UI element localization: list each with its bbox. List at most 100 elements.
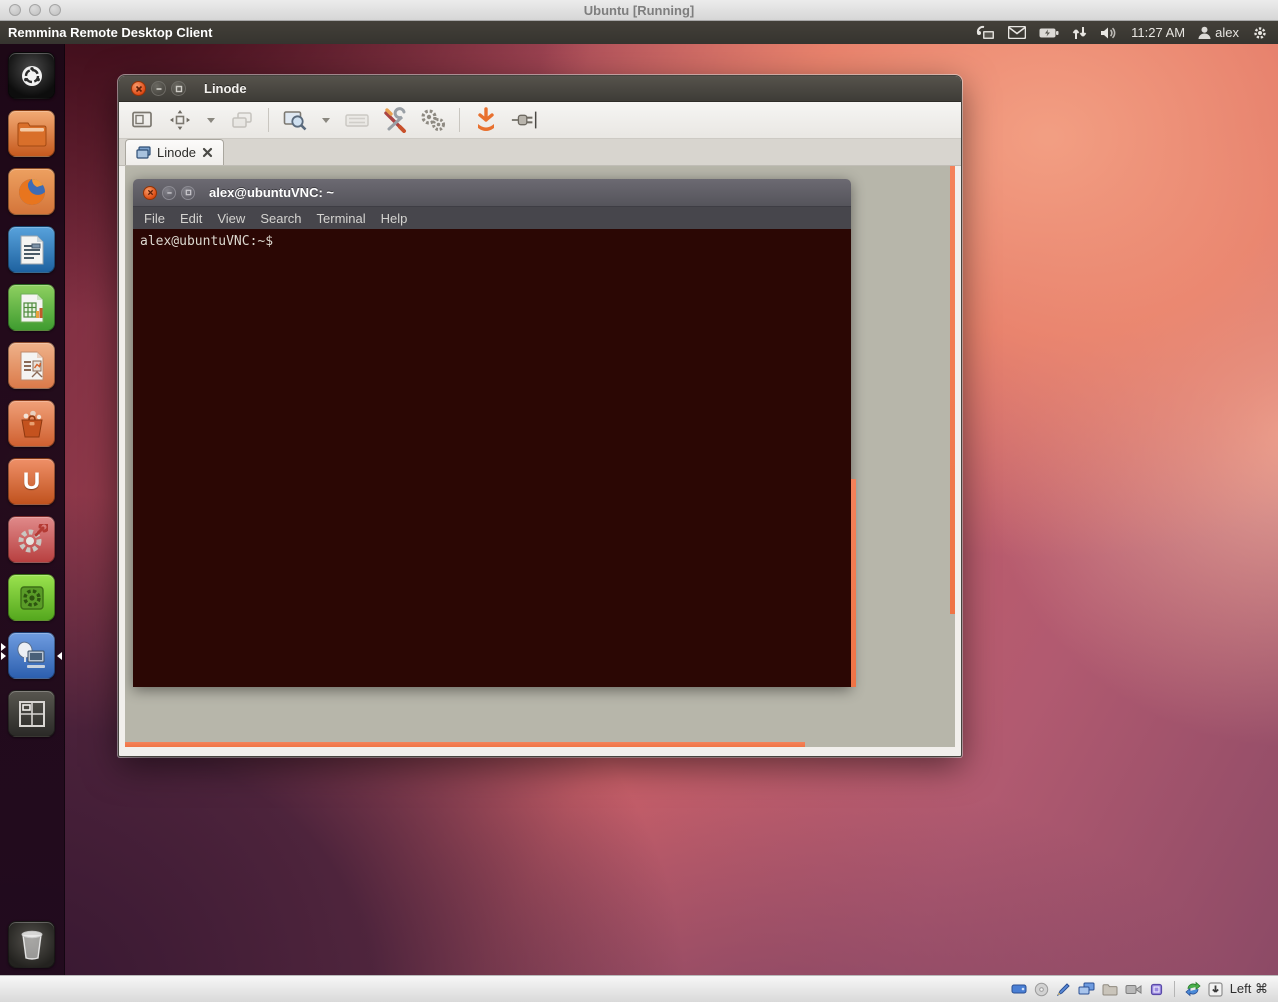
launcher-item-trash[interactable] bbox=[8, 921, 55, 968]
folder-icon bbox=[16, 120, 48, 148]
launcher-item-libreoffice-calc[interactable] bbox=[8, 284, 55, 331]
remmina-toolbar bbox=[119, 102, 961, 139]
connection-tab-icon bbox=[136, 146, 151, 159]
menu-file[interactable]: File bbox=[144, 211, 165, 226]
zoom-icon[interactable] bbox=[281, 106, 309, 134]
trash-icon bbox=[18, 929, 46, 961]
launcher-item-ubuntu-one[interactable]: U bbox=[8, 458, 55, 505]
user-menu[interactable]: alex bbox=[1198, 25, 1239, 40]
terminal-titlebar[interactable]: alex@ubuntuVNC: ~ bbox=[133, 179, 851, 207]
active-app-title: Remmina Remote Desktop Client bbox=[8, 25, 212, 40]
disconnect-icon[interactable] bbox=[510, 106, 538, 134]
hard-disk-icon[interactable] bbox=[1011, 982, 1027, 996]
host-zoom-button[interactable] bbox=[49, 4, 61, 16]
duplicate-connection-icon[interactable] bbox=[228, 106, 256, 134]
launcher-item-remmina[interactable] bbox=[8, 632, 55, 679]
ubuntu-logo-icon bbox=[17, 61, 47, 91]
battery-icon[interactable] bbox=[1039, 27, 1059, 39]
mail-icon[interactable] bbox=[1008, 26, 1026, 39]
remmina-tab-strip: Linode bbox=[119, 139, 961, 166]
remmina-window: Linode bbox=[118, 75, 962, 757]
impress-presentation-icon bbox=[19, 350, 45, 382]
zoom-dropdown-icon[interactable] bbox=[319, 106, 333, 134]
clock-indicator[interactable]: 11:27 AM bbox=[1131, 25, 1185, 40]
ubuntu-one-glyph: U bbox=[23, 468, 40, 496]
shell-prompt: alex@ubuntuVNC:~$ bbox=[140, 234, 273, 249]
launcher-item-additional-drivers[interactable] bbox=[8, 574, 55, 621]
minimize-to-tray-icon[interactable] bbox=[472, 106, 500, 134]
remmina-satellite-monitor-icon bbox=[15, 640, 49, 672]
running-indicator-arrow bbox=[1, 652, 6, 660]
remmina-titlebar[interactable]: Linode bbox=[119, 76, 961, 102]
terminal-screen[interactable]: alex@ubuntuVNC:~$ bbox=[133, 229, 851, 687]
terminal-maximize-button[interactable] bbox=[181, 186, 195, 200]
calc-spreadsheet-icon bbox=[19, 292, 45, 324]
launcher-item-files[interactable] bbox=[8, 110, 55, 157]
unity-launcher: U bbox=[0, 44, 65, 975]
toolbar-separator bbox=[268, 108, 269, 132]
host-key-label: Left ⌘ bbox=[1230, 981, 1268, 997]
minimize-button[interactable] bbox=[151, 81, 166, 96]
launcher-item-firefox[interactable] bbox=[8, 168, 55, 215]
preferences-icon[interactable] bbox=[419, 106, 447, 134]
fit-window-icon[interactable] bbox=[166, 106, 194, 134]
network-windows-icon[interactable] bbox=[1078, 982, 1095, 996]
network-traffic-icon[interactable] bbox=[1072, 26, 1087, 40]
host-minimize-button[interactable] bbox=[29, 4, 41, 16]
menu-view[interactable]: View bbox=[217, 211, 245, 226]
refresh-artifact-strip bbox=[950, 166, 955, 614]
tab-close-icon[interactable] bbox=[202, 147, 213, 158]
mouse-integration-icon[interactable] bbox=[1185, 981, 1201, 997]
launcher-item-system-settings[interactable] bbox=[8, 516, 55, 563]
launcher-item-workspace-switcher[interactable] bbox=[8, 690, 55, 737]
running-indicator-arrow2 bbox=[1, 643, 6, 651]
fullscreen-icon[interactable] bbox=[128, 106, 156, 134]
ubuntu-top-panel: Remmina Remote Desktop Client 11:27 AM a… bbox=[0, 21, 1278, 44]
video-capture-icon[interactable] bbox=[1125, 983, 1142, 996]
refresh-artifact-strip bbox=[125, 742, 805, 747]
user-name: alex bbox=[1215, 25, 1239, 40]
shared-folder-icon[interactable] bbox=[1102, 983, 1118, 996]
remmina-window-title: Linode bbox=[204, 81, 247, 96]
remmina-indicator-icon[interactable] bbox=[975, 25, 995, 41]
shopping-bag-icon bbox=[16, 408, 48, 440]
vnc-viewport[interactable]: alex@ubuntuVNC: ~ File Edit View Search … bbox=[125, 166, 955, 747]
virtualbox-vm-screen: Ubuntu [Running] Remmina Remote Desktop … bbox=[0, 0, 1278, 1002]
launcher-item-libreoffice-impress[interactable] bbox=[8, 342, 55, 389]
tools-icon[interactable] bbox=[381, 106, 409, 134]
menu-search[interactable]: Search bbox=[260, 211, 301, 226]
host-window-title: Ubuntu [Running] bbox=[0, 3, 1278, 18]
remote-terminal-window: alex@ubuntuVNC: ~ File Edit View Search … bbox=[133, 179, 851, 687]
menu-terminal[interactable]: Terminal bbox=[317, 211, 366, 226]
fit-window-dropdown-icon[interactable] bbox=[204, 106, 218, 134]
menu-help[interactable]: Help bbox=[381, 211, 408, 226]
focused-indicator-arrow bbox=[57, 652, 62, 660]
usb-chip-icon[interactable] bbox=[1149, 982, 1164, 997]
maximize-button[interactable] bbox=[171, 81, 186, 96]
virtualbox-status-bar: Left ⌘ bbox=[0, 975, 1278, 1002]
volume-icon[interactable] bbox=[1100, 26, 1118, 40]
keyboard-grab-icon[interactable] bbox=[343, 106, 371, 134]
menu-edit[interactable]: Edit bbox=[180, 211, 202, 226]
host-key-icon[interactable] bbox=[1208, 982, 1223, 997]
session-gear-icon[interactable] bbox=[1252, 25, 1268, 41]
statusbar-separator bbox=[1174, 981, 1175, 997]
user-icon bbox=[1198, 26, 1211, 40]
gear-wrench-icon bbox=[16, 524, 48, 556]
toolbar-separator bbox=[459, 108, 460, 132]
optical-disc-icon[interactable] bbox=[1034, 982, 1049, 997]
refresh-artifact-strip bbox=[851, 479, 856, 687]
writer-document-icon bbox=[19, 234, 45, 266]
host-close-button[interactable] bbox=[9, 4, 21, 16]
launcher-item-libreoffice-writer[interactable] bbox=[8, 226, 55, 273]
firefox-icon bbox=[15, 175, 49, 209]
launcher-item-software-center[interactable] bbox=[8, 400, 55, 447]
drivers-chip-icon bbox=[16, 582, 48, 614]
launcher-item-dash-home[interactable] bbox=[8, 52, 55, 99]
close-button[interactable] bbox=[131, 81, 146, 96]
serial-pen-icon[interactable] bbox=[1056, 982, 1071, 997]
tab-linode[interactable]: Linode bbox=[125, 139, 224, 165]
terminal-close-button[interactable] bbox=[143, 186, 157, 200]
host-window-titlebar: Ubuntu [Running] bbox=[0, 0, 1278, 21]
terminal-minimize-button[interactable] bbox=[162, 186, 176, 200]
